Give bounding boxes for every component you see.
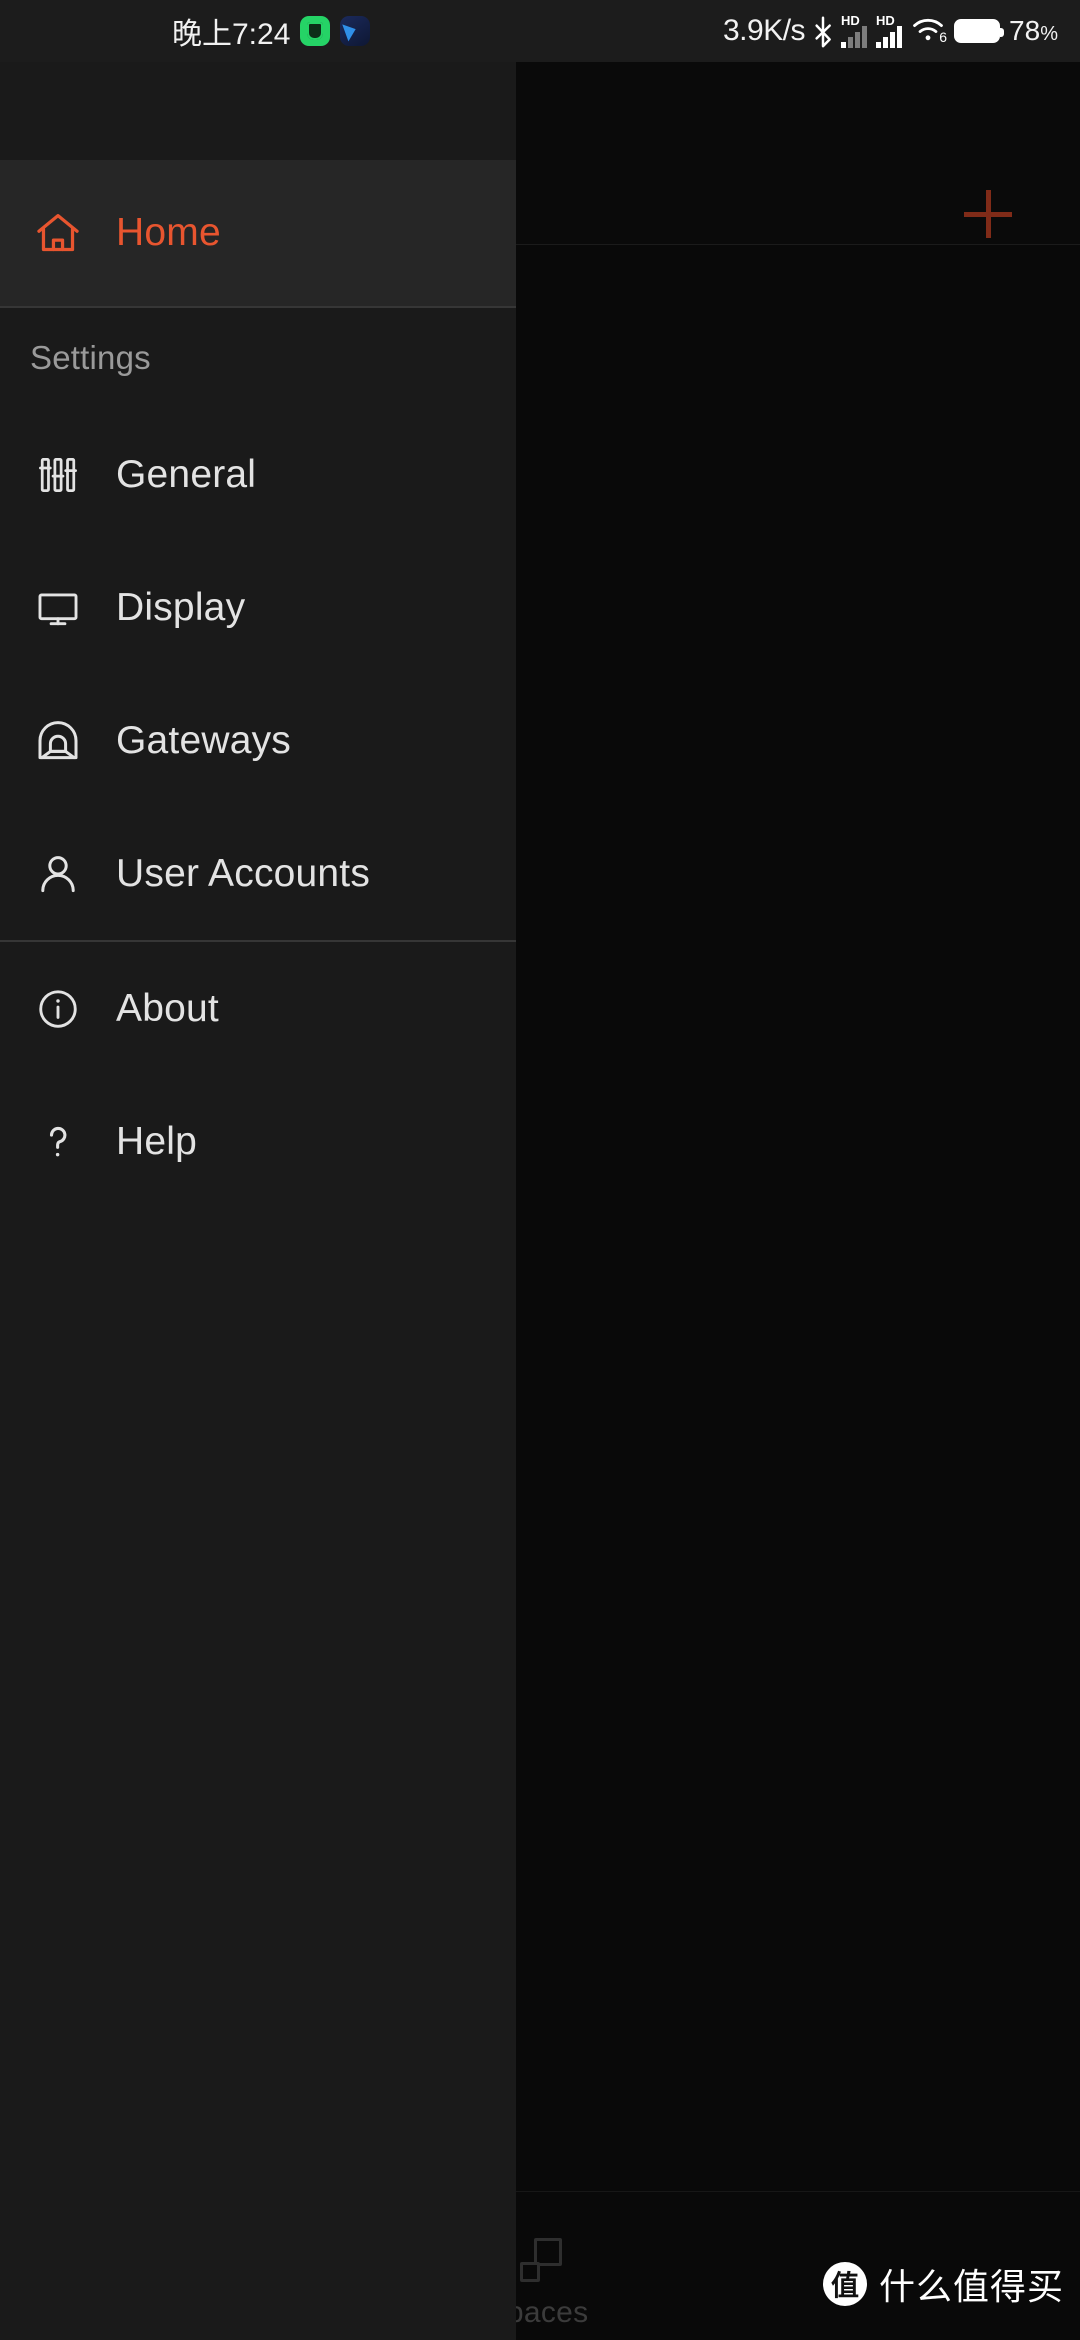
drawer-item-general-label: General bbox=[116, 452, 257, 496]
sim2-signal-bars bbox=[876, 26, 903, 48]
drawer-item-home[interactable]: Home bbox=[0, 160, 516, 306]
status-bar-right: 3.9K/s HD HD 6 78% bbox=[723, 0, 1058, 62]
sim1-signal-bars bbox=[841, 26, 868, 48]
drawer-top-spacer bbox=[0, 62, 516, 160]
green-app-icon bbox=[300, 16, 331, 46]
drawer-item-help-label: Help bbox=[116, 1119, 198, 1163]
drawer-item-display-label: Display bbox=[116, 585, 246, 629]
bluetooth-icon bbox=[814, 16, 832, 48]
status-bar-left: 晚上7:24 bbox=[172, 0, 371, 62]
drawer-item-user-accounts[interactable]: User Accounts bbox=[0, 807, 516, 940]
watermark-text: 什么值得买 bbox=[878, 2267, 1064, 2308]
watermark-logo: 值 bbox=[822, 2262, 867, 2306]
person-icon bbox=[0, 850, 116, 898]
question-mark-icon bbox=[0, 1119, 116, 1165]
battery-percent-text: 78% bbox=[1009, 15, 1058, 47]
status-bar: 晚上7:24 3.9K/s HD HD 6 78% bbox=[0, 0, 1080, 62]
gateway-arch-icon bbox=[0, 717, 116, 765]
drawer-item-display[interactable]: Display bbox=[0, 541, 516, 674]
drawer-item-about[interactable]: About bbox=[0, 942, 516, 1075]
drawer-item-help[interactable]: Help bbox=[0, 1075, 516, 1208]
drawer-section-title-settings: Settings bbox=[30, 339, 151, 376]
sim2-signal-icon: HD bbox=[876, 13, 903, 48]
drawer-item-user-accounts-label: User Accounts bbox=[116, 851, 371, 895]
drawer-item-general[interactable]: General bbox=[0, 408, 516, 541]
phone-screen: spaces Home Settings General Display Gat… bbox=[0, 0, 1080, 2340]
home-icon bbox=[0, 207, 116, 259]
drawer-item-gateways[interactable]: Gateways bbox=[0, 674, 516, 807]
battery-percent-symbol: % bbox=[1040, 23, 1058, 45]
monitor-icon bbox=[0, 585, 116, 631]
navigation-drawer: Home Settings General Display Gateways U… bbox=[0, 62, 516, 2340]
drawer-item-about-label: About bbox=[116, 986, 219, 1030]
battery-percent-value: 78 bbox=[1009, 15, 1041, 46]
blue-app-icon bbox=[340, 16, 371, 46]
status-bar-clock: 晚上7:24 bbox=[172, 18, 291, 51]
sim2-hd-label: HD bbox=[876, 13, 895, 28]
sim1-signal-icon: HD bbox=[841, 13, 868, 48]
network-speed-text: 3.9K/s bbox=[722, 14, 806, 47]
info-circle-icon bbox=[0, 986, 116, 1032]
wifi-icon: 6 bbox=[911, 16, 948, 46]
sliders-icon bbox=[0, 453, 116, 497]
sim1-hd-label: HD bbox=[841, 13, 860, 28]
battery-icon bbox=[954, 19, 1005, 43]
drawer-item-gateways-label: Gateways bbox=[116, 718, 292, 762]
wifi-generation-label: 6 bbox=[939, 29, 948, 45]
watermark: 值 什么值得买 bbox=[822, 2258, 1064, 2310]
drawer-item-home-label: Home bbox=[116, 211, 221, 254]
